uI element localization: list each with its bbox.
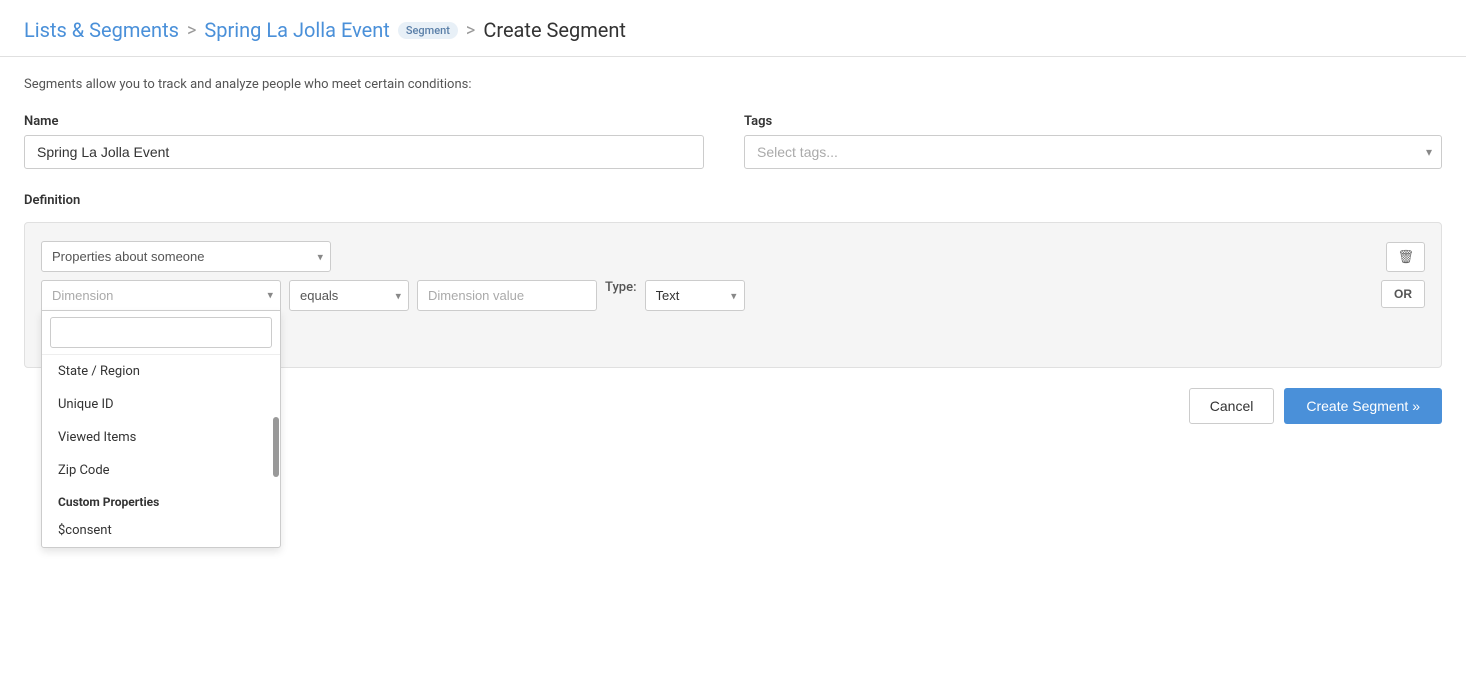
dropdown-item-uniqueid[interactable]: Unique ID [42, 388, 280, 421]
dimension-dropdown-wrapper: Dimension [41, 280, 281, 310]
breadcrumb-event-link[interactable]: Spring La Jolla Event [204, 18, 389, 42]
properties-dropdown[interactable]: Properties about someone Properties abou… [41, 241, 331, 272]
dimension-value-input[interactable] [417, 280, 597, 311]
delete-button[interactable]: 🗑 [1386, 242, 1425, 272]
trash-icon: 🗑 [1397, 249, 1414, 264]
dropdown-item-zip[interactable]: Zip Code [42, 454, 280, 487]
dropdown-popup-inner: State / Region Unique ID Viewed Items Zi… [42, 355, 280, 547]
tags-label: Tags [744, 114, 1442, 129]
tags-select-wrapper: Select tags... [744, 135, 1442, 169]
dropdown-item-viewed[interactable]: Viewed Items [42, 421, 280, 454]
dimension-select-open: Dimension State / Region Unique ID Viewe… [41, 280, 281, 310]
dimension-value-wrapper [417, 280, 597, 311]
dimension-popup: State / Region Unique ID Viewed Items Zi… [41, 310, 281, 548]
breadcrumb-sep-1: > [187, 20, 196, 41]
breadcrumb-badge: Segment [398, 22, 458, 39]
main-content: Segments allow you to track and analyze … [0, 57, 1466, 444]
breadcrumb-lists-link[interactable]: Lists & Segments [24, 18, 179, 42]
properties-dropdown-wrapper: Properties about someone Properties abou… [41, 241, 331, 272]
dropdown-item-consent[interactable]: $consent [42, 514, 280, 547]
operator-dropdown-wrapper: equals does not equal contains does not … [289, 280, 409, 311]
breadcrumb-current: Create Segment [483, 18, 626, 42]
tags-group: Tags Select tags... [744, 114, 1442, 169]
name-input[interactable] [24, 135, 704, 169]
type-label: Type: [605, 280, 637, 295]
name-group: Name [24, 114, 704, 169]
dimension-dropdown[interactable]: Dimension [41, 280, 281, 310]
scrollbar-thumb[interactable] [273, 417, 279, 477]
dimension-search-input[interactable] [50, 317, 272, 348]
dropdown-search-wrapper [42, 311, 280, 355]
breadcrumb-sep-2: > [466, 20, 475, 41]
or-button[interactable]: OR [1381, 280, 1425, 308]
dropdown-group-custom: Custom Properties [42, 487, 280, 514]
form-row: Name Tags Select tags... [24, 114, 1442, 169]
cancel-button[interactable]: Cancel [1189, 388, 1275, 424]
type-dropdown-wrapper: Text Number Date Boolean [645, 280, 745, 311]
definition-label: Definition [24, 193, 1442, 208]
breadcrumb: Lists & Segments > Spring La Jolla Event… [0, 0, 1466, 57]
tags-select[interactable]: Select tags... [744, 135, 1442, 169]
create-segment-button[interactable]: Create Segment » [1284, 388, 1442, 424]
definition-section: Definition Properties about someone Prop… [24, 193, 1442, 424]
name-label: Name [24, 114, 704, 129]
description-text: Segments allow you to track and analyze … [24, 77, 1442, 92]
properties-row: Properties about someone Properties abou… [41, 241, 1425, 272]
dimension-row: Dimension State / Region Unique ID Viewe… [41, 280, 1425, 311]
type-dropdown[interactable]: Text Number Date Boolean [645, 280, 745, 311]
scrollbar-track [272, 311, 280, 547]
definition-area: Properties about someone Properties abou… [24, 222, 1442, 368]
dropdown-item-state[interactable]: State / Region [42, 355, 280, 388]
operator-dropdown[interactable]: equals does not equal contains does not … [289, 280, 409, 311]
